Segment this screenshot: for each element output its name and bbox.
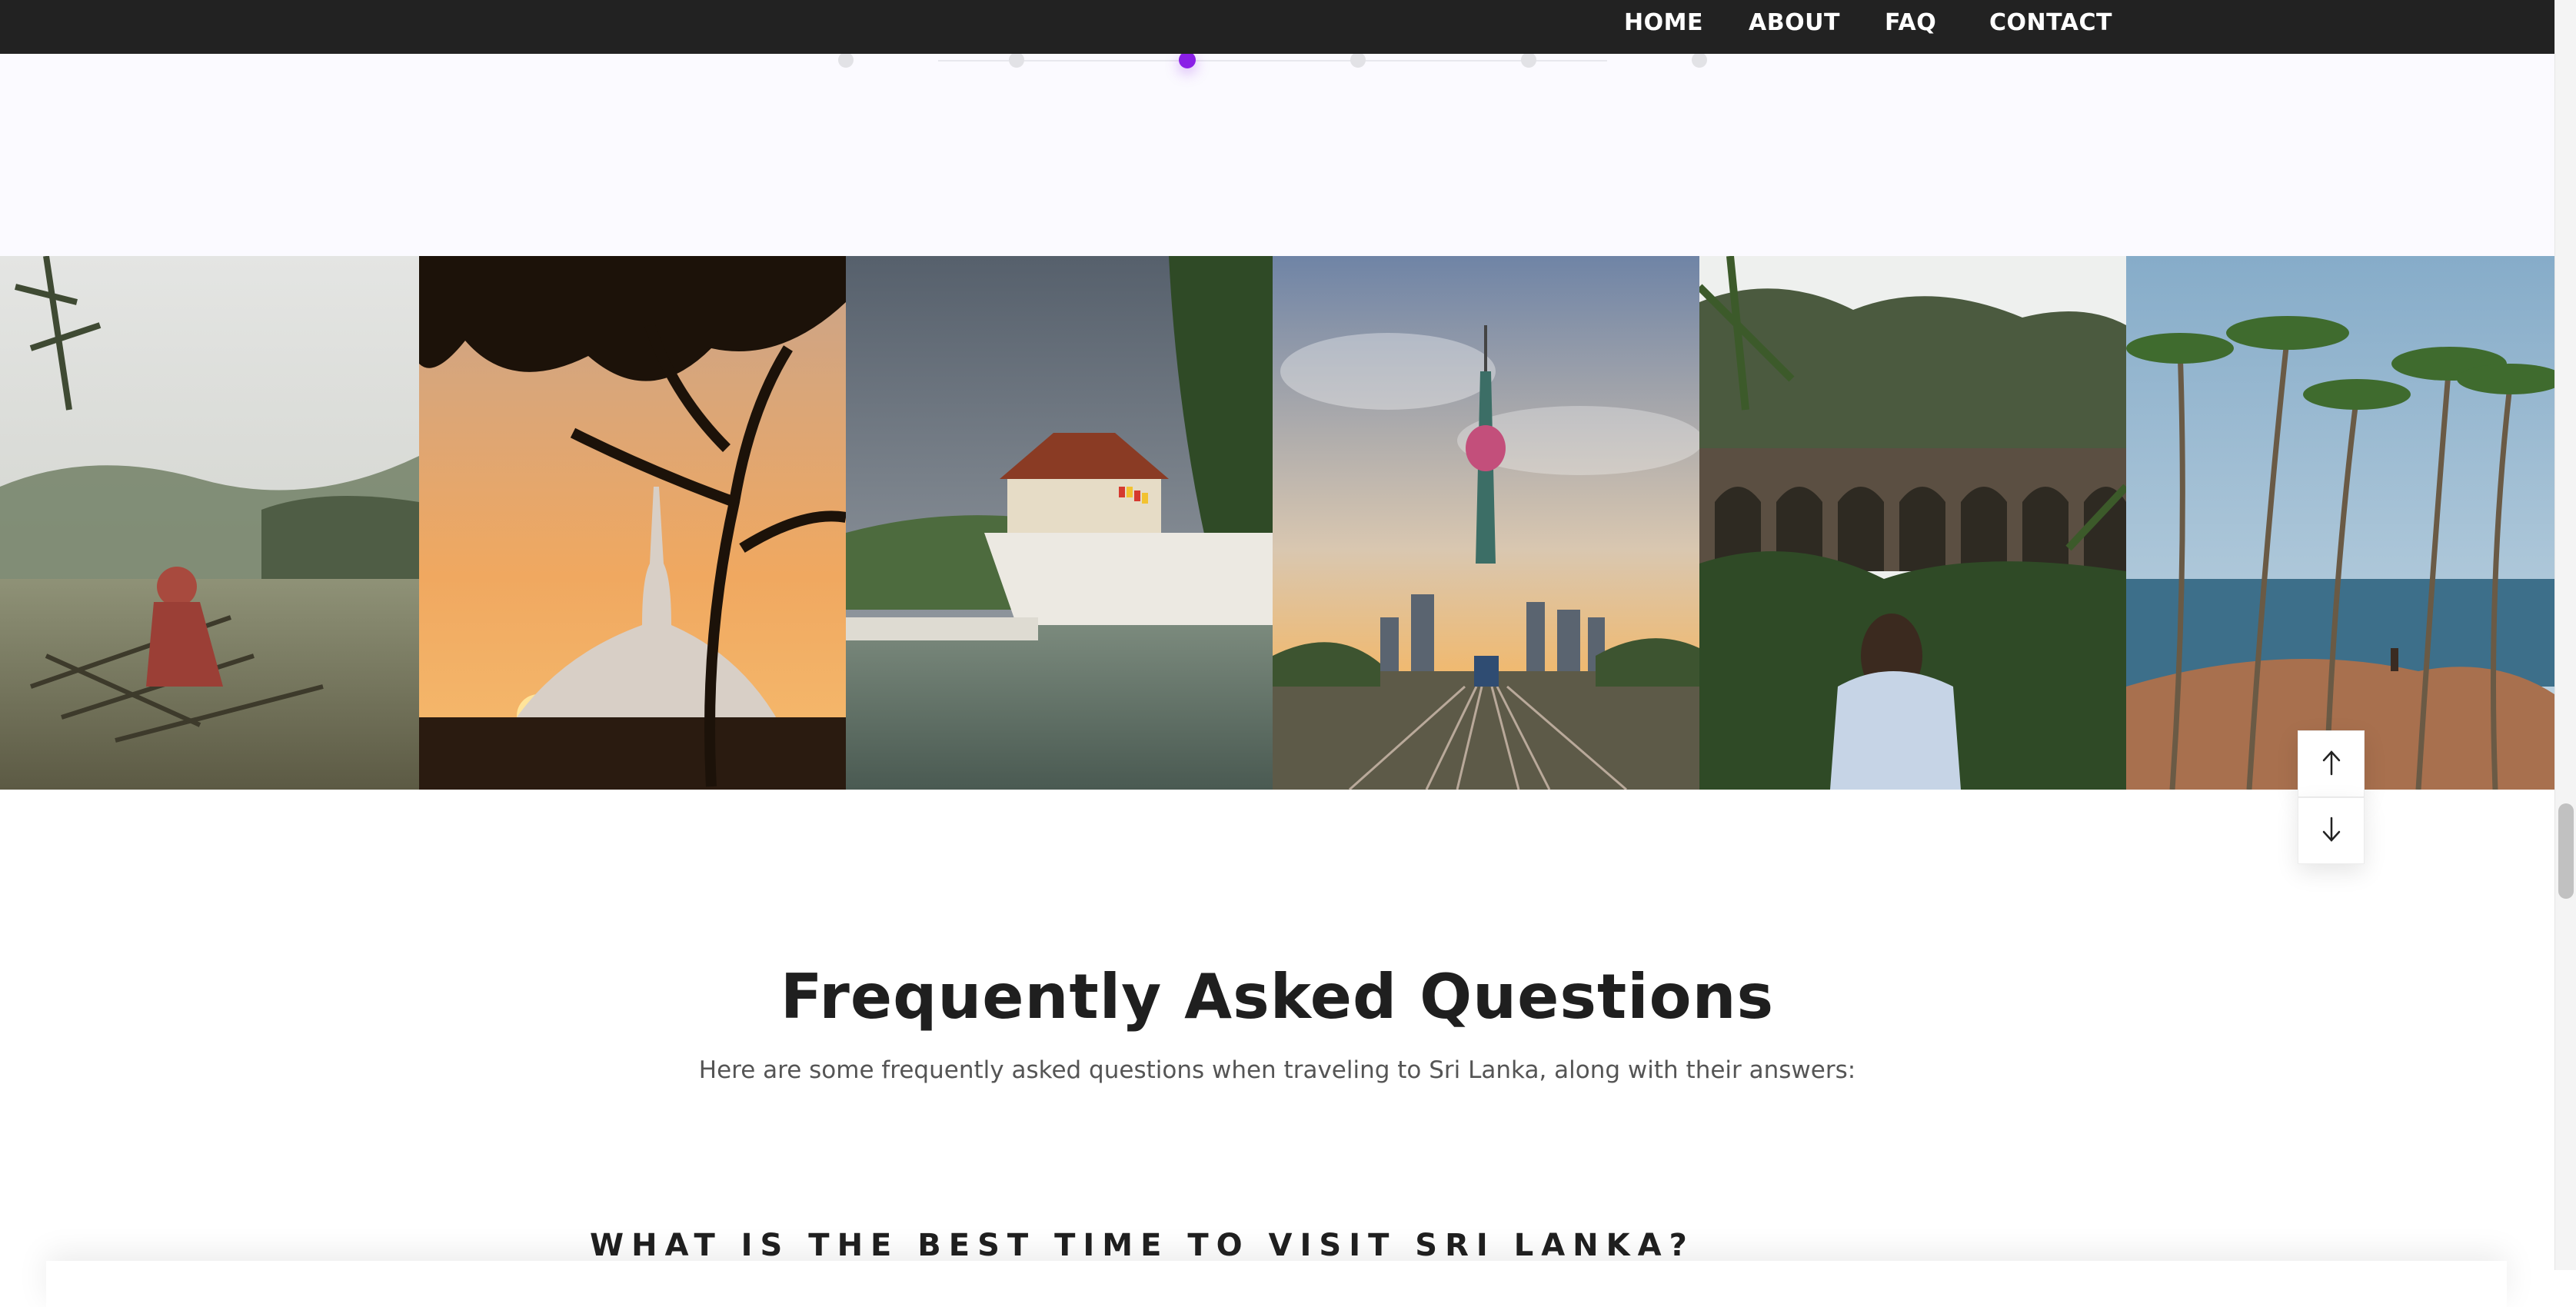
timeline-section xyxy=(0,52,2554,256)
nav-contact-link[interactable]: CONTACT xyxy=(1989,0,2112,54)
scroll-up-button[interactable] xyxy=(2298,730,2365,797)
timeline-dot-2[interactable] xyxy=(1009,52,1024,68)
scrollbar-thumb[interactable] xyxy=(2558,803,2574,899)
timeline-dot-1[interactable] xyxy=(838,52,854,68)
arrow-up-icon xyxy=(2321,750,2342,779)
lotus-tower-photo xyxy=(1273,256,1699,790)
timeline-dot-5[interactable] xyxy=(1521,52,1536,68)
faq-accordion-card xyxy=(46,1261,2507,1307)
timeline-dot-active[interactable] xyxy=(1179,52,1196,68)
stupa-sunset-photo xyxy=(419,256,846,790)
palm-beach-photo xyxy=(2126,256,2554,790)
nav-faq-link[interactable]: FAQ xyxy=(1885,0,1936,54)
nine-arch-bridge-photo xyxy=(1699,256,2126,790)
farmer-field-photo xyxy=(0,256,419,790)
temple-of-tooth-photo xyxy=(846,256,1273,790)
timeline-track xyxy=(938,60,1607,62)
photo-gallery xyxy=(0,256,2554,790)
page-scrollbar[interactable] xyxy=(2554,0,2576,1270)
arrow-down-icon xyxy=(2321,816,2342,846)
timeline-dot-6[interactable] xyxy=(1692,52,1707,68)
faq-question-1[interactable]: WHAT IS THE BEST TIME TO VISIT SRI LANKA… xyxy=(590,1228,1695,1263)
faq-subtitle: Here are some frequently asked questions… xyxy=(698,1056,1856,1084)
top-nav-bar: HOME ABOUT FAQ CONTACT xyxy=(0,0,2554,54)
timeline-dot-4[interactable] xyxy=(1350,52,1366,68)
faq-heading: Frequently Asked Questions xyxy=(780,961,1775,1033)
scroll-down-button[interactable] xyxy=(2298,797,2365,864)
nav-home-link[interactable]: HOME xyxy=(1624,0,1703,54)
nav-about-link[interactable]: ABOUT xyxy=(1749,0,1840,54)
